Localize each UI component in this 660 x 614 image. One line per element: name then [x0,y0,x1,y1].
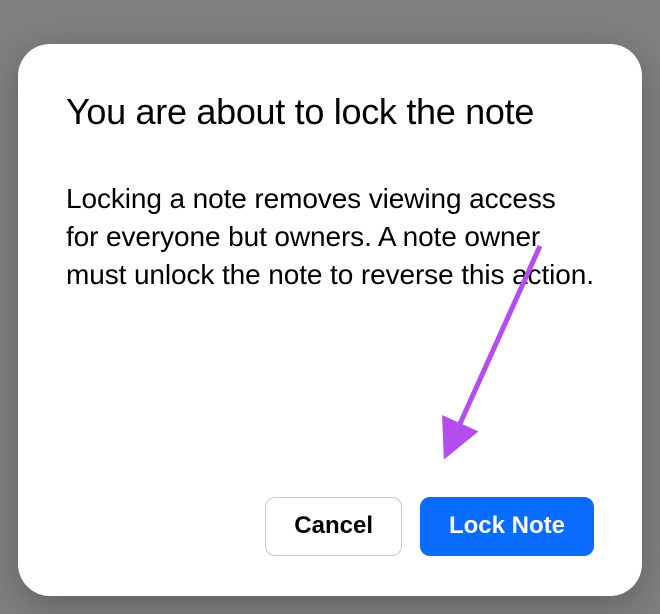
lock-note-button[interactable]: Lock Note [420,497,594,556]
dialog-body: Locking a note removes viewing access fo… [66,180,594,467]
dialog-title: You are about to lock the note [66,86,594,138]
dialog-actions: Cancel Lock Note [66,497,594,556]
cancel-button[interactable]: Cancel [265,497,402,556]
lock-note-dialog: You are about to lock the note Locking a… [18,44,642,596]
